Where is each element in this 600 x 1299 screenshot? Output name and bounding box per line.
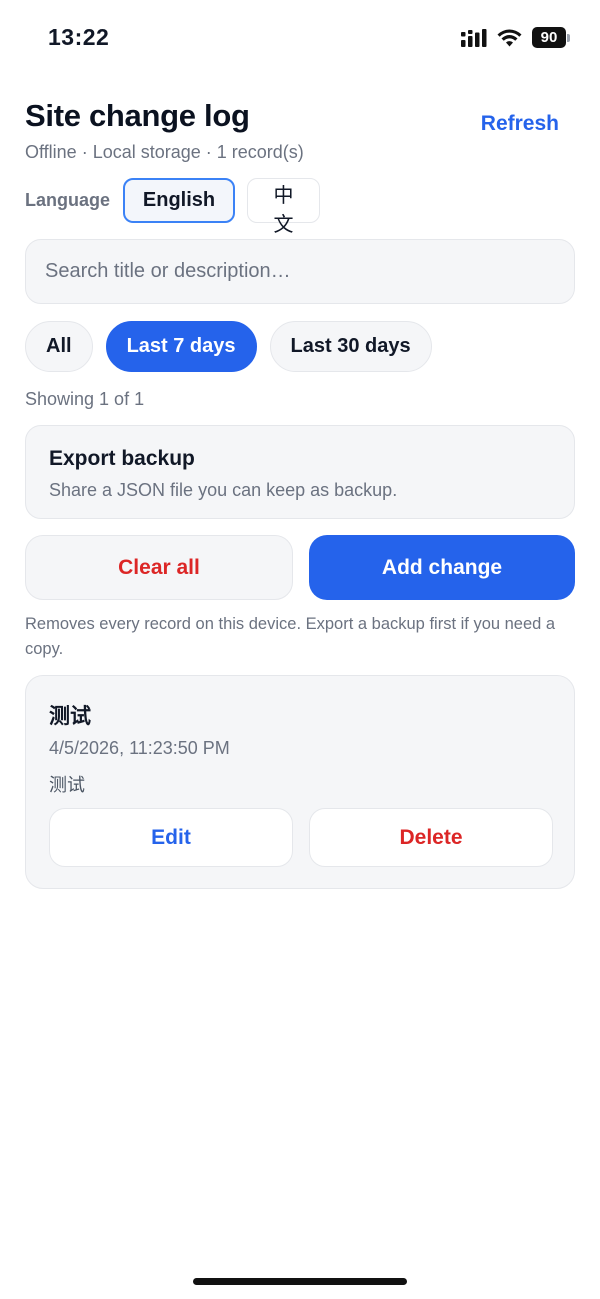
record-title: 测试 <box>49 704 91 728</box>
search-box <box>25 239 575 304</box>
battery-level: 90 <box>532 27 566 48</box>
clear-all-hint: Removes every record on this device. Exp… <box>25 615 556 658</box>
date-filter-row: All Last 7 days Last 30 days <box>25 321 432 372</box>
results-count: Showing 1 of 1 <box>25 389 145 409</box>
clear-all-button[interactable]: Clear all <box>25 535 293 600</box>
add-change-button[interactable]: Add change <box>309 535 575 600</box>
language-label: Language <box>25 190 111 210</box>
battery-tip <box>567 33 570 42</box>
cellular-signal-icon <box>461 28 487 47</box>
status-icons: 90 <box>461 27 570 48</box>
edit-record-button[interactable]: Edit <box>49 808 293 867</box>
language-selector: Language English 中文 <box>25 178 332 236</box>
filter-last-7-days[interactable]: Last 7 days <box>105 321 257 372</box>
filter-all[interactable]: All <box>25 321 93 372</box>
export-backup-description: Share a JSON file you can keep as backup… <box>49 480 398 500</box>
status-time: 13:22 <box>48 24 110 50</box>
page-header: Site change log Offline · Local storage … <box>25 98 575 163</box>
export-backup-card[interactable]: Export backup Share a JSON file you can … <box>25 425 575 519</box>
refresh-button[interactable]: Refresh <box>481 112 559 136</box>
wifi-icon <box>497 29 522 47</box>
status-bar: 13:22 90 <box>0 0 600 76</box>
language-option-english[interactable]: English <box>123 178 236 223</box>
page-subtitle: Offline · Local storage · 1 record(s) <box>25 142 304 162</box>
search-input[interactable] <box>26 240 574 303</box>
filter-last-30-days[interactable]: Last 30 days <box>269 321 432 372</box>
record-card: 测试 4/5/2026, 11:23:50 PM 测试 Edit Delete <box>25 675 575 889</box>
app-screen: 13:22 90 Site change log Offline · Local… <box>0 0 600 1299</box>
record-actions: Edit Delete <box>49 808 553 867</box>
battery-icon: 90 <box>532 27 570 48</box>
record-date: 4/5/2026, 11:23:50 PM <box>49 738 230 758</box>
language-option-chinese[interactable]: 中文 <box>247 178 321 236</box>
delete-record-button[interactable]: Delete <box>309 808 553 867</box>
record-description: 测试 <box>49 775 85 796</box>
export-backup-title: Export backup <box>49 447 195 470</box>
home-indicator[interactable] <box>193 1278 407 1285</box>
